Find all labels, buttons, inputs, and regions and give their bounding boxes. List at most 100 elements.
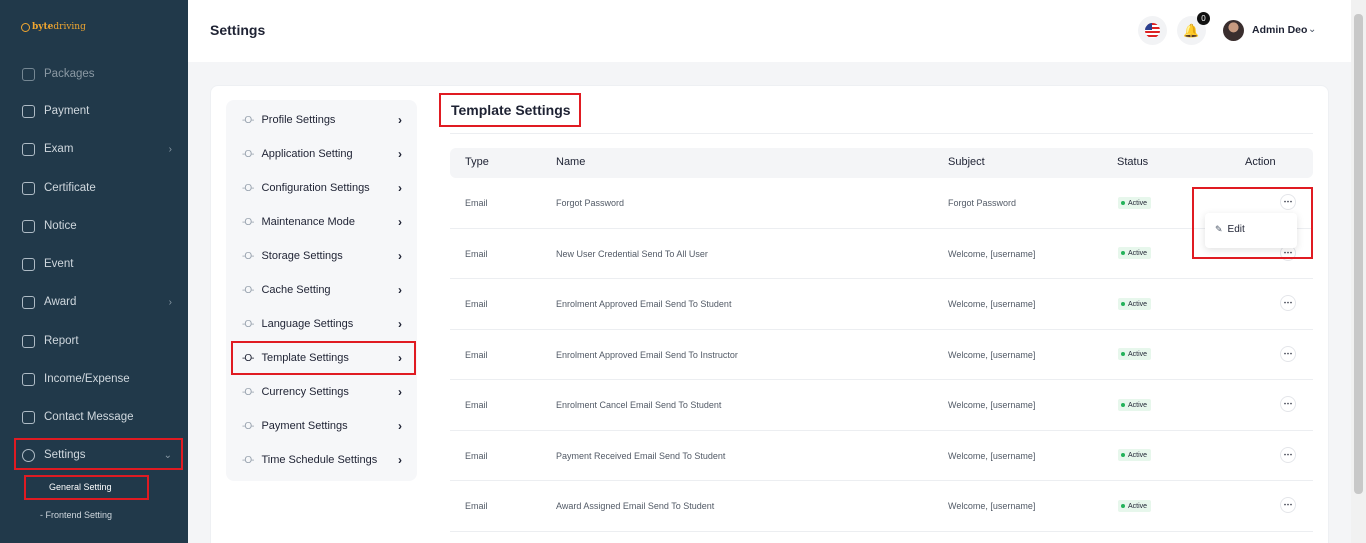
avatar[interactable]: [1223, 20, 1244, 41]
cell-subject: Welcome, [username]: [948, 501, 1036, 511]
menu-item-label: Maintenance Mode: [261, 216, 356, 228]
column-header-status: Status: [1117, 156, 1149, 168]
menu-item-profile-settings[interactable]: -O- Profile Settings ›: [242, 110, 402, 130]
sidebar-item-event[interactable]: Event: [22, 254, 172, 274]
row-divider: [450, 430, 1313, 431]
menu-item-label: Currency Settings: [261, 386, 349, 398]
sidebar-item-contact-message[interactable]: Contact Message: [22, 407, 172, 427]
chevron-right-icon: ›: [398, 385, 402, 399]
status-label: Active: [1128, 199, 1148, 207]
cell-name: Payment Received Email Send To Student: [556, 451, 726, 461]
status-badge: Active: [1118, 500, 1152, 512]
chevron-right-icon: ›: [398, 249, 402, 263]
menu-item-label: Profile Settings: [261, 114, 336, 126]
cell-name: New User Credential Send To All User: [556, 249, 708, 259]
divider: [450, 133, 1313, 134]
sidebar-subitem-frontend-setting[interactable]: - Frontend Setting: [40, 510, 112, 520]
sidebar-item-report[interactable]: Report: [22, 331, 172, 351]
menu-item-language-settings[interactable]: -O- Language Settings ›: [242, 314, 402, 334]
cell-subject: Welcome, [username]: [948, 451, 1036, 461]
column-header-subject: Subject: [948, 156, 985, 168]
menu-item-time-schedule-settings[interactable]: -O- Time Schedule Settings ›: [242, 450, 402, 470]
column-header-name: Name: [556, 156, 586, 168]
card-icon: [22, 104, 35, 118]
sidebar-item-notice[interactable]: Notice: [22, 216, 172, 236]
user-name[interactable]: Admin Deo: [1252, 24, 1307, 36]
sidebar-item-payment[interactable]: Payment: [22, 101, 172, 121]
sidebar-item-label: Contact Message: [44, 411, 134, 423]
status-label: Active: [1128, 502, 1148, 510]
cell-subject: Welcome, [username]: [948, 350, 1036, 360]
row-actions-button[interactable]: ⋯: [1280, 497, 1296, 513]
page-scrollbar[interactable]: [1351, 0, 1366, 543]
row-divider: [450, 278, 1313, 279]
status-dot-icon: [1121, 403, 1125, 407]
menu-item-label: Storage Settings: [261, 250, 343, 262]
logo-icon: [21, 22, 30, 32]
column-header-type: Type: [465, 156, 489, 168]
sidebar-item-label: Award: [44, 296, 77, 308]
sidebar-item-label: Income/Expense: [44, 373, 130, 385]
cell-subject: Welcome, [username]: [948, 299, 1036, 309]
cell-name: Enrolment Cancel Email Send To Student: [556, 400, 722, 410]
sidebar-item-packages[interactable]: Packages: [22, 64, 172, 84]
report-icon: [22, 334, 35, 348]
menu-item-label: Payment Settings: [261, 420, 348, 432]
cell-type: Email: [465, 451, 488, 461]
column-header-action: Action: [1245, 156, 1276, 168]
menu-item-payment-settings[interactable]: -O- Payment Settings ›: [242, 416, 402, 436]
sidebar-item-label: Certificate: [44, 182, 96, 194]
notifications-button[interactable]: 🔔 0: [1177, 12, 1210, 45]
menu-item-label: Language Settings: [261, 318, 354, 330]
row-actions-button[interactable]: ⋯: [1280, 346, 1296, 362]
cell-subject: Welcome, [username]: [948, 249, 1036, 259]
status-label: Active: [1128, 401, 1148, 409]
node-icon: -O-: [242, 420, 254, 432]
row-divider: [450, 379, 1313, 380]
sidebar-item-label: Payment: [44, 105, 90, 117]
status-dot-icon: [1121, 504, 1125, 508]
action-highlight-box: [1192, 187, 1313, 259]
menu-item-application-setting[interactable]: -O- Application Setting ›: [242, 144, 402, 164]
brand-logo[interactable]: byte driving: [21, 22, 86, 32]
page-title: Settings: [210, 22, 266, 38]
cell-type: Email: [465, 350, 488, 360]
node-icon: -O-: [242, 454, 254, 466]
cell-type: Email: [465, 400, 488, 410]
node-icon: -O-: [242, 386, 254, 398]
menu-item-cache-setting[interactable]: -O- Cache Setting ›: [242, 280, 402, 300]
notification-badge: 0: [1197, 12, 1210, 25]
chevron-right-icon: ›: [398, 419, 402, 433]
status-badge: Active: [1118, 197, 1152, 209]
menu-item-currency-settings[interactable]: -O- Currency Settings ›: [242, 382, 402, 402]
row-actions-button[interactable]: ⋯: [1280, 447, 1296, 463]
chevron-right-icon: ›: [168, 143, 172, 155]
row-divider: [450, 228, 1313, 229]
row-actions-button[interactable]: ⋯: [1280, 396, 1296, 412]
chevron-down-icon[interactable]: ⌄: [1308, 24, 1316, 35]
exam-icon: [22, 142, 35, 156]
sidebar-item-certificate[interactable]: Certificate: [22, 178, 172, 198]
language-button[interactable]: [1138, 16, 1167, 45]
node-icon: -O-: [242, 182, 254, 194]
sidebar-item-label: Exam: [44, 143, 74, 155]
scrollbar-thumb[interactable]: [1354, 14, 1363, 494]
chevron-right-icon: ›: [398, 181, 402, 195]
menu-item-label: Configuration Settings: [261, 182, 370, 194]
menu-item-label: Application Setting: [261, 148, 353, 160]
menu-item-storage-settings[interactable]: -O- Storage Settings ›: [242, 246, 402, 266]
calendar-icon: [22, 257, 35, 271]
sidebar-item-label: Event: [44, 258, 74, 270]
us-flag-icon: [1145, 23, 1160, 38]
sidebar-item-award[interactable]: Award ›: [22, 292, 172, 312]
status-dot-icon: [1121, 453, 1125, 457]
sidebar-item-income-expense[interactable]: Income/Expense: [22, 369, 172, 389]
menu-item-maintenance-mode[interactable]: -O- Maintenance Mode ›: [242, 212, 402, 232]
row-actions-button[interactable]: ⋯: [1280, 295, 1296, 311]
node-icon: -O-: [242, 114, 254, 126]
settings-menu: -O- Profile Settings › -O- Application Sett…: [226, 100, 417, 481]
sidebar-item-exam[interactable]: Exam ›: [22, 139, 172, 159]
chevron-right-icon: ›: [398, 317, 402, 331]
row-divider: [450, 480, 1313, 481]
menu-item-configuration-settings[interactable]: -O- Configuration Settings ›: [242, 178, 402, 198]
